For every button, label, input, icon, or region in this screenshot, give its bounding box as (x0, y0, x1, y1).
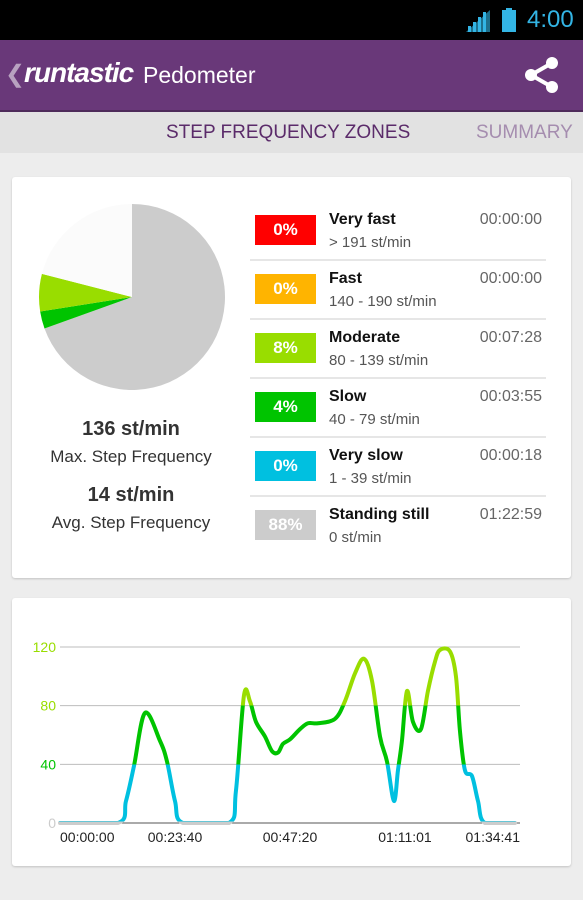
zone-percent-badge: 0% (255, 215, 316, 245)
zone-name: Very slow (329, 447, 403, 464)
y-tick-label: 120 (33, 639, 57, 655)
avg-step-frequency-label: Avg. Step Frequency (51, 513, 211, 532)
action-bar: ❮ runtastic Pedometer (0, 40, 583, 112)
x-tick-label: 00:23:40 (148, 829, 203, 845)
status-bar: 4:00 (0, 0, 583, 40)
series-line-step-frequency (58, 646, 517, 825)
zone-name: Very fast (329, 211, 396, 228)
signal-icon (466, 10, 490, 32)
share-icon[interactable] (522, 56, 560, 94)
brand-logo[interactable]: runtastic (24, 57, 134, 89)
y-tick-label: 80 (40, 698, 56, 714)
zone-range: 0 st/min (329, 529, 382, 546)
zone-time: 00:07:28 (479, 329, 542, 346)
battery-icon (502, 8, 516, 32)
zone-time: 01:22:59 (479, 506, 542, 523)
zone-name: Fast (329, 270, 362, 287)
clock: 4:00 (527, 6, 574, 33)
zone-range: 80 - 139 st/min (329, 352, 429, 369)
x-tick-label: 00:00:00 (60, 829, 115, 845)
zones-pie-chart (39, 204, 225, 390)
zone-time: 00:00:18 (479, 447, 542, 464)
zone-percent-badge: 4% (255, 392, 316, 422)
zone-name: Moderate (329, 329, 401, 346)
zone-time: 00:00:00 (479, 270, 542, 287)
zone-row-slow: 4% Slow 40 - 79 st/min 00:03:55 (250, 377, 546, 438)
tab-summary[interactable]: SUMMARY (476, 122, 573, 144)
zone-row-very-fast: 0% Very fast > 191 st/min 00:00:00 (250, 200, 546, 261)
tab-step-frequency-zones[interactable]: STEP FREQUENCY ZONES (166, 122, 410, 144)
zone-range: > 191 st/min (329, 234, 412, 251)
y-tick-label: 0 (48, 815, 56, 831)
max-step-frequency-label: Max. Step Frequency (50, 447, 212, 466)
step-frequency-line-chart: 0 40 80 120 00:00:00 00:23:40 00:47:20 01:11:01… (33, 639, 521, 845)
max-step-frequency-value: 136 st/min (82, 418, 180, 440)
zone-range: 140 - 190 st/min (329, 293, 437, 310)
zone-time: 00:00:00 (479, 211, 542, 228)
zone-row-moderate: 8% Moderate 80 - 139 st/min 00:07:28 (250, 318, 546, 379)
zone-time: 00:03:55 (479, 388, 542, 405)
y-tick-label: 40 (40, 756, 56, 772)
zone-name: Slow (329, 388, 367, 405)
x-tick-label: 01:11:01 (378, 829, 432, 845)
x-tick-label: 00:47:20 (263, 829, 318, 845)
zone-percent-badge: 8% (255, 333, 316, 363)
zone-range: 1 - 39 st/min (329, 470, 412, 487)
chevron-left-icon[interactable]: ❮ (5, 60, 25, 89)
app-title: Pedometer (143, 62, 256, 88)
zones-card: 136 st/min Max. Step Frequency 14 st/min… (12, 177, 571, 578)
zone-row-standing-still: 88% Standing still 0 st/min 01:22:59 (250, 495, 546, 554)
zone-row-fast: 0% Fast 140 - 190 st/min 00:00:00 (250, 259, 546, 320)
zone-percent-badge: 0% (255, 274, 316, 304)
avg-step-frequency-value: 14 st/min (87, 484, 175, 506)
step-frequency-chart-card: 0 40 80 120 00:00:00 00:23:40 00:47:20 01:11:01… (12, 598, 571, 866)
x-tick-label: 01:34:41 (466, 829, 521, 845)
zone-name: Standing still (329, 506, 430, 523)
tab-bar: STEP FREQUENCY ZONES SUMMARY (0, 112, 583, 153)
zone-percent-badge: 88% (255, 510, 316, 540)
zone-percent-badge: 0% (255, 451, 316, 481)
zone-row-very-slow: 0% Very slow 1 - 39 st/min 00:00:18 (250, 436, 546, 497)
zone-range: 40 - 79 st/min (329, 411, 420, 428)
